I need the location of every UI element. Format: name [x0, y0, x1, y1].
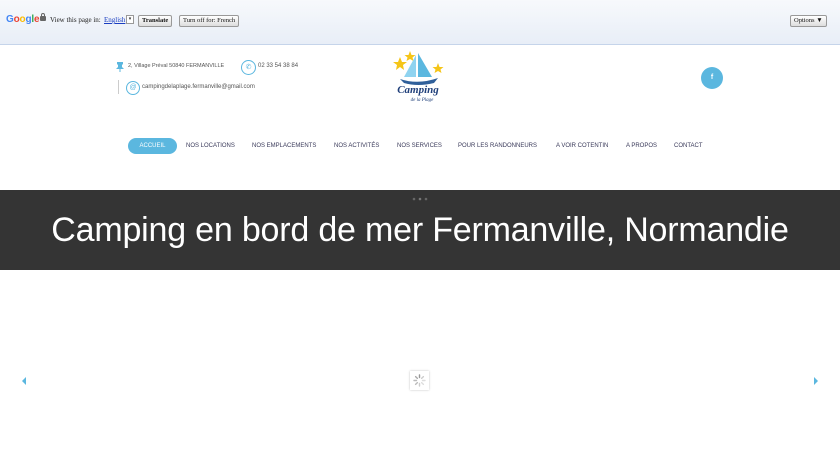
title-banner: Camping en bord de mer Fermanville, Norm… — [0, 190, 840, 270]
email-icon: @ — [126, 81, 140, 95]
main-nav: ACCUEIL NOS LOCATIONS NOS EMPLACEMENTS N… — [0, 138, 840, 156]
map-pin-icon — [116, 62, 124, 72]
email-link[interactable]: campingdelaplage.fermanville@gmail.com — [142, 84, 255, 90]
page-title: Camping en bord de mer Fermanville, Norm… — [51, 211, 789, 249]
slider-prev-icon[interactable] — [19, 375, 29, 387]
nav-item-cotentin[interactable]: A VOIR COTENTIN — [556, 138, 608, 154]
logo-text: Camping — [397, 84, 439, 96]
lock-icon — [40, 13, 46, 21]
options-button[interactable]: Options ▼ — [790, 15, 827, 27]
nav-item-accueil[interactable]: ACCUEIL — [128, 138, 177, 154]
turn-off-button[interactable]: Turn off for: French — [179, 15, 240, 27]
address-text: 2, Village Préval 50840 FERMANVILLE — [128, 63, 225, 69]
camping-logo[interactable]: Camping de la Plage — [388, 45, 448, 105]
nav-item-activites[interactable]: NOS ACTIVITÉS — [334, 138, 379, 154]
loading-spinner-icon — [410, 371, 429, 390]
phone-icon: ✆ — [241, 60, 256, 75]
logo-subtext: de la Plage — [411, 98, 435, 103]
translate-button[interactable]: Translate — [138, 15, 173, 27]
nav-item-contact[interactable]: CONTACT — [674, 138, 703, 154]
google-logo: Google — [6, 14, 40, 25]
divider — [118, 80, 119, 94]
phone-text[interactable]: 02 33 54 38 84 — [258, 63, 298, 69]
nav-item-randonneurs[interactable]: POUR LES RANDONNEURS — [458, 138, 537, 154]
translate-prompt: View this page in: — [50, 16, 101, 24]
nav-item-a-propos[interactable]: A PROPOS — [626, 138, 657, 154]
nav-item-services[interactable]: NOS SERVICES — [397, 138, 442, 154]
translate-bar: Google View this page in: English ▾ Tran… — [0, 0, 840, 45]
language-dropdown-icon[interactable]: ▾ — [126, 15, 134, 24]
nav-item-emplacements[interactable]: NOS EMPLACEMENTS — [252, 138, 316, 154]
facebook-button[interactable]: f — [701, 67, 723, 89]
nav-item-locations[interactable]: NOS LOCATIONS — [186, 138, 235, 154]
translate-bar-row: Google View this page in: English ▾ Tran… — [0, 13, 840, 29]
language-link[interactable]: English — [104, 16, 125, 24]
slider-dots-icon — [412, 197, 428, 201]
slider-next-icon[interactable] — [811, 375, 821, 387]
